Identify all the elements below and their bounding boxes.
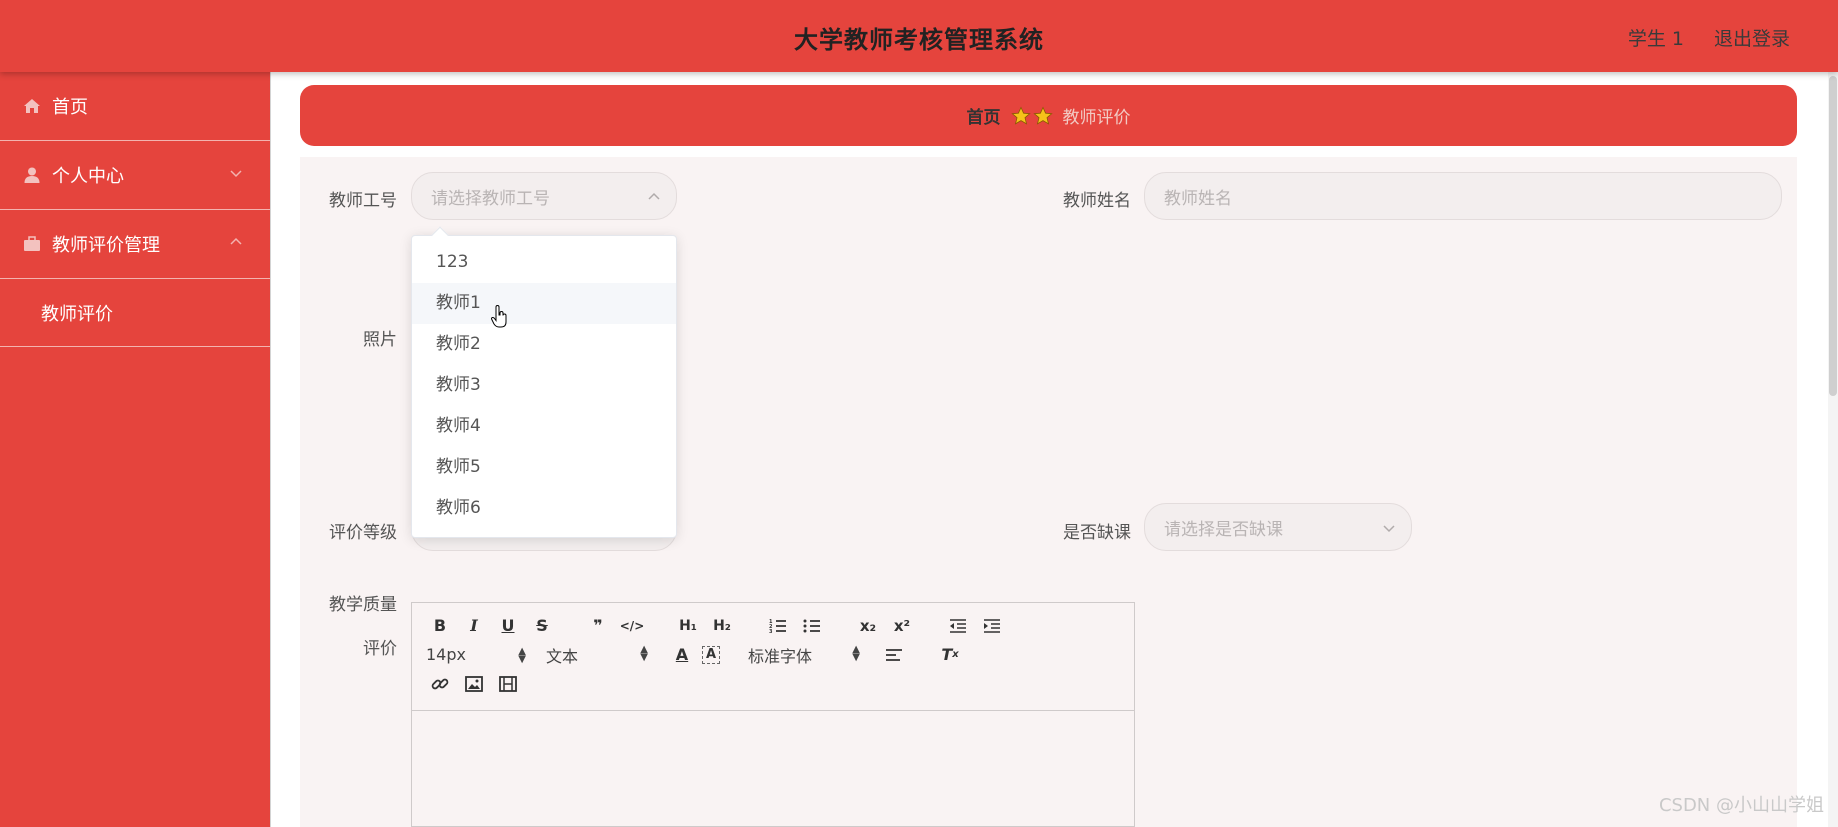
absent-label: 是否缺课 [1063,523,1131,543]
outdent-icon[interactable] [944,614,972,638]
teacher-name-input[interactable]: 教师姓名 [1144,172,1782,220]
select-arrows-icon: ▲ ▼ [852,643,860,663]
select-placeholder: 请选择教师工号 [431,188,550,209]
dropdown-option[interactable]: 123 [412,242,676,283]
image-icon[interactable] [460,672,488,696]
font-family-select[interactable]: 标准字体 ▲ ▼ [748,643,860,667]
briefcase-icon [22,234,42,254]
home-icon [22,96,42,116]
teacher-id-select[interactable]: 请选择教师工号 [411,172,677,220]
dropdown-option[interactable]: 教师4 [412,406,676,447]
select-placeholder: 请选择是否缺课 [1164,519,1283,540]
top-header: 大学教师考核管理系统 学生 1 退出登录 [0,0,1838,72]
breadcrumb-home[interactable]: 首页 [967,103,1001,128]
dropdown-option[interactable]: 教师2 [412,324,676,365]
star-icon [1032,106,1053,125]
hand-cursor-icon [491,305,507,328]
text-format-value: 文本 [546,646,579,666]
editor-toolbar: B I U S ❞ </> H₁ H₂ 123 x₂ x² 14px ▲ ▼ 文… [412,603,1134,711]
sidebar-item-label: 个人中心 [52,166,124,187]
chevron-down-icon [230,170,242,178]
input-placeholder: 教师姓名 [1164,188,1232,209]
app-title: 大学教师考核管理系统 [794,26,1044,54]
star-icon [1010,106,1031,125]
select-arrows-icon: ▲ ▼ [518,646,526,665]
chevron-up-icon [230,237,242,245]
comment-label: 评价 [363,639,397,659]
select-arrows-icon: ▲ ▼ [640,643,648,663]
absent-select[interactable]: 请选择是否缺课 [1144,503,1412,551]
bullet-list-icon[interactable] [798,614,826,638]
ordered-list-icon[interactable]: 123 [764,614,792,638]
user-icon [22,165,42,185]
sidebar-item-home[interactable]: 首页 [0,72,270,141]
font-color-icon[interactable]: A [668,643,696,667]
superscript-icon[interactable]: x² [888,614,916,638]
background-color-icon[interactable]: A [702,645,720,664]
sidebar-item-label: 首页 [52,97,88,118]
font-size-select[interactable]: 14px ▲ ▼ [426,645,526,665]
teacher-id-label: 教师工号 [329,191,397,211]
dropdown-option[interactable]: 教师3 [412,365,676,406]
video-icon[interactable] [494,672,522,696]
heading1-icon[interactable]: H₁ [674,614,702,638]
link-icon[interactable] [426,672,454,696]
chevron-down-icon [1383,525,1395,533]
sidebar-item-evaluation-management[interactable]: 教师评价管理 [0,210,270,279]
watermark: CSDN @小山山学姐 [1658,795,1824,816]
teacher-id-dropdown: 123 教师1 教师2 教师3 教师4 教师5 教师6 [411,226,677,538]
align-icon[interactable] [880,643,908,667]
italic-icon[interactable]: I [460,614,488,638]
teacher-name-label: 教师姓名 [1063,191,1131,211]
clear-format-icon[interactable]: Tx [936,643,964,667]
svg-text:3: 3 [769,629,773,634]
dropdown-option-hovered[interactable]: 教师1 [412,283,676,324]
sidebar-subitem-teacher-evaluation[interactable]: 教师评价 [0,279,270,347]
text-format-select[interactable]: 文本 ▲ ▼ [546,643,648,667]
photo-label: 照片 [363,330,397,350]
editor-body[interactable] [412,711,1134,826]
sidebar: 首页 个人中心 教师评价管理 教师评价 [0,72,271,827]
bold-icon[interactable]: B [426,614,454,638]
rich-text-editor: B I U S ❞ </> H₁ H₂ 123 x₂ x² 14px ▲ ▼ 文… [411,602,1135,827]
code-icon[interactable]: </> [618,614,646,638]
logout-link[interactable]: 退出登录 [1714,24,1790,51]
sidebar-item-personal-center[interactable]: 个人中心 [0,141,270,210]
star-separator [1010,106,1053,126]
scrollbar-thumb[interactable] [1829,76,1837,396]
current-user[interactable]: 学生 1 [1628,24,1684,51]
breadcrumb-current: 教师评价 [1062,108,1131,128]
heading2-icon[interactable]: H₂ [708,614,736,638]
blockquote-icon[interactable]: ❞ [584,614,612,638]
subscript-icon[interactable]: x₂ [854,614,882,638]
strikethrough-icon[interactable]: S [528,614,556,638]
dropdown-option[interactable]: 教师6 [412,488,676,529]
page-scrollbar[interactable] [1828,72,1838,827]
breadcrumb: 首页 教师评价 [300,85,1797,146]
underline-icon[interactable]: U [494,614,522,638]
grade-label: 评价等级 [329,523,397,543]
quality-label: 教学质量 [329,595,397,615]
sidebar-item-label: 教师评价管理 [52,235,160,256]
font-size-value: 14px [426,645,466,664]
chevron-up-icon [648,192,660,200]
indent-icon[interactable] [978,614,1006,638]
font-family-value: 标准字体 [748,646,813,666]
dropdown-option[interactable]: 教师5 [412,447,676,488]
